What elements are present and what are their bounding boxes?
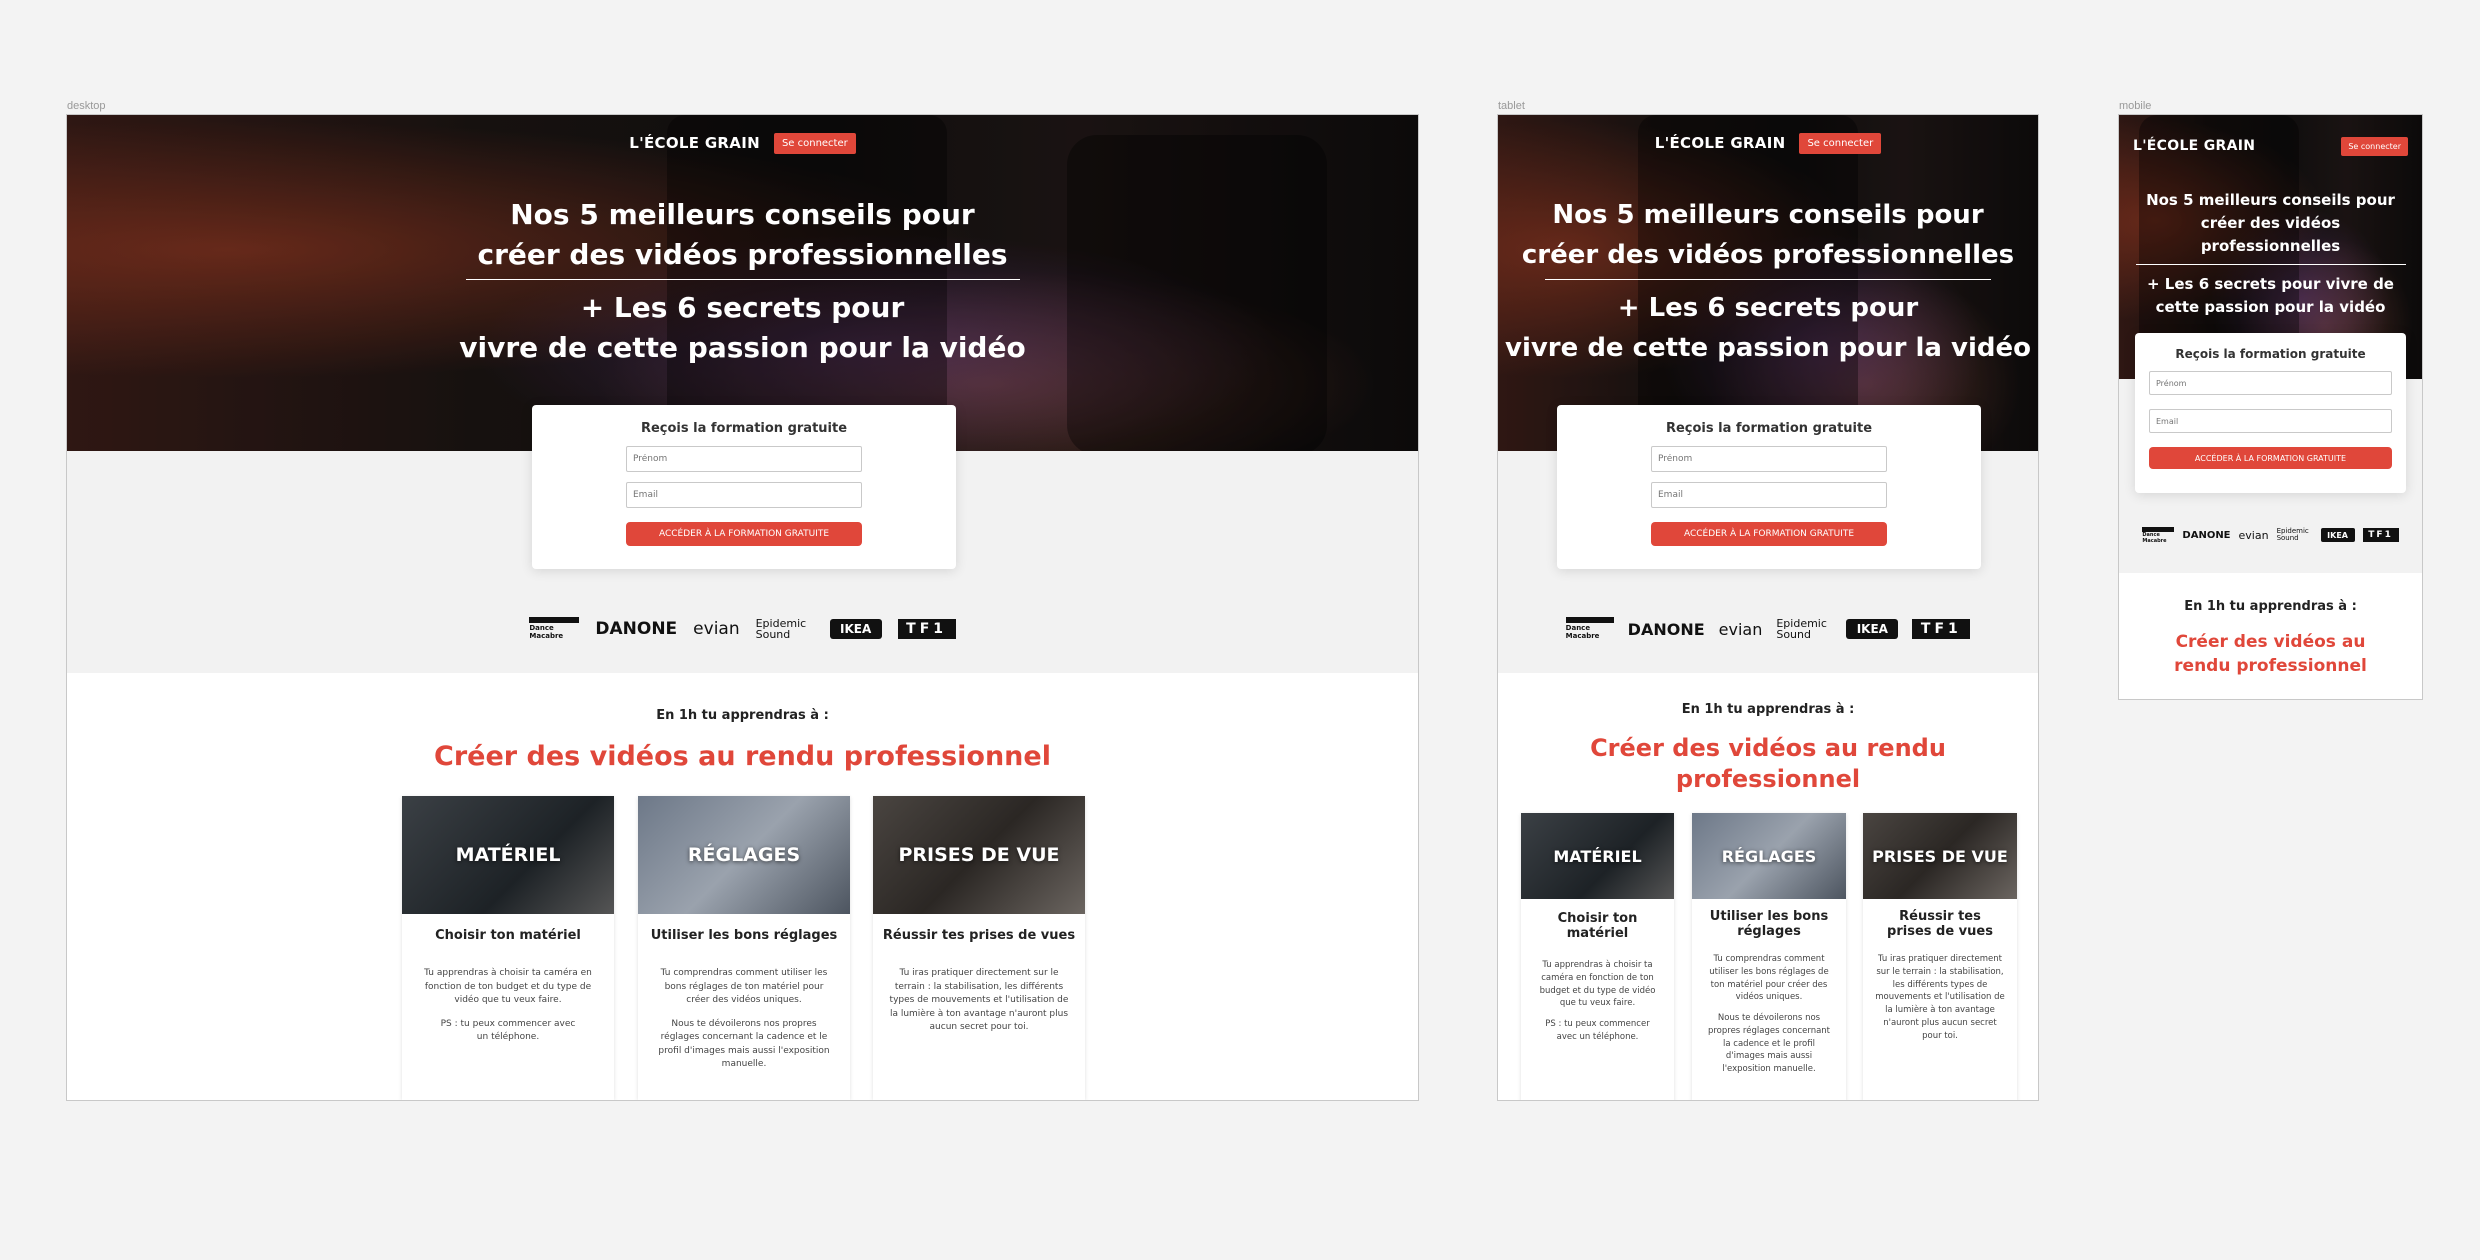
logo-dance-macabre: Dance Macabre	[529, 617, 580, 641]
hero-title-line3: + Les 6 secrets pour	[1617, 293, 1919, 323]
card-text: Tu apprendras à choisir ta caméra en fon…	[1539, 960, 1656, 1009]
login-button[interactable]: Se connecter	[1799, 132, 1882, 154]
card-text: Tu apprendras à choisir ta caméra en fon…	[424, 968, 592, 1005]
logo-danone: DANONE	[2182, 529, 2231, 541]
card-title: Utiliser les bons réglages	[650, 928, 838, 943]
frame-label-mobile: mobile	[2119, 100, 2152, 112]
card-image-materiel: MATÉRIEL	[402, 796, 614, 914]
tablet-frame: L'ÉCOLE GRAIN Se connecter Nos 5 meilleu…	[1497, 114, 2039, 1101]
logo-dance-macabre: Dance Macabre	[2142, 527, 2175, 544]
card-image-materiel: MATÉRIEL	[1521, 813, 1674, 899]
hero-divider	[465, 279, 1020, 280]
hero-title-line4: vivre de cette passion pour la vidéo	[1505, 333, 2031, 363]
card-title: Choisir ton matériel	[435, 928, 581, 943]
card-text: Nous te dévoilerons nos propres réglages…	[1707, 1013, 1831, 1074]
card-text: Tu iras pratiquer directement sur le ter…	[889, 968, 1069, 1032]
logo-danone: DANONE	[1627, 619, 1705, 639]
cta-button[interactable]: ACCÉDER À LA FORMATION GRATUITE	[2149, 447, 2392, 469]
frame-label-tablet: tablet	[1498, 100, 1525, 112]
card-image-prises-de-vue: PRISES DE VUE	[1863, 813, 2017, 899]
frame-label-desktop: desktop	[67, 100, 106, 112]
card-title: Réussir tes prises de vues	[882, 928, 1076, 943]
card-image-reglages: RÉGLAGES	[638, 796, 850, 914]
logo-epidemic-sound: Epidemic Sound	[755, 617, 807, 641]
hero-divider	[2135, 264, 2406, 265]
learn-kicker: En 1h tu apprendras à :	[2184, 599, 2357, 614]
card-reglages: RÉGLAGES Utiliser les bons réglages Tu c…	[1692, 813, 1846, 1100]
learn-kicker: En 1h tu apprendras à :	[1681, 702, 1855, 717]
card-title: Réussir tes prises de vues	[1887, 909, 1993, 939]
card-text: Tu comprendras comment utiliser les bons…	[1709, 954, 1829, 1003]
form-title: Reçois la formation gratuite	[1665, 421, 1873, 436]
card-text: PS : tu peux commencer avec un téléphone…	[1545, 1019, 1650, 1042]
logo-evian: evian	[693, 619, 740, 639]
hero-title-mobile-b: + Les 6 secrets pour vivre de cette pass…	[2147, 275, 2394, 316]
card-text: PS : tu peux commencer avec un téléphone…	[440, 1018, 576, 1043]
hero-title-line3: + Les 6 secrets pour	[580, 291, 905, 324]
card-reglages: RÉGLAGES Utiliser les bons réglages Tu c…	[638, 796, 850, 1100]
hero-divider	[1545, 279, 1991, 280]
card-prises-de-vue: PRISES DE VUE Réussir tes prises de vues…	[1863, 813, 2017, 1100]
learn-headline: Créer des vidéos au rendu professionnel	[434, 741, 1051, 772]
card-materiel: MATÉRIEL Choisir ton matériel Tu apprend…	[402, 796, 614, 1100]
brand-logo[interactable]: L'ÉCOLE GRAIN	[2133, 138, 2255, 154]
hero-title-line1: Nos 5 meilleurs conseils pour	[1552, 200, 1984, 230]
signup-form: Reçois la formation gratuite ACCÉDER À L…	[2135, 333, 2406, 493]
card-title: Utiliser les bons réglages	[1709, 909, 1829, 939]
card-prises-de-vue: PRISES DE VUE Réussir tes prises de vues…	[873, 796, 1085, 1100]
mobile-frame: L'ÉCOLE GRAIN Se connecter Nos 5 meilleu…	[2118, 114, 2423, 700]
hero-title-line1: Nos 5 meilleurs conseils pour	[510, 198, 975, 231]
brand-logo[interactable]: L'ÉCOLE GRAIN	[629, 134, 760, 152]
learn-kicker: En 1h tu apprendras à :	[656, 708, 829, 723]
logo-danone: DANONE	[595, 619, 678, 639]
email-input[interactable]	[2149, 409, 2392, 433]
hero-title-mobile-a: Nos 5 meilleurs conseils pour créer des …	[2146, 191, 2395, 255]
email-input[interactable]	[1651, 482, 1887, 508]
card-image-prises-de-vue: PRISES DE VUE	[873, 796, 1085, 914]
signup-form: Reçois la formation gratuite ACCÉDER À L…	[1557, 405, 1981, 569]
card-title: Choisir ton matériel	[1557, 911, 1638, 941]
brand-logo[interactable]: L'ÉCOLE GRAIN	[1655, 134, 1786, 152]
form-title: Reçois la formation gratuite	[640, 421, 848, 436]
learn-headline: Créer des vidéos au rendu professionnel	[2174, 632, 2367, 676]
card-text: Tu comprendras comment utiliser les bons…	[660, 968, 828, 1005]
logo-tf1: TF1	[2362, 528, 2399, 542]
hero-title-line4: vivre de cette passion pour la vidéo	[459, 331, 1026, 364]
hero-title-line2: créer des vidéos professionnelles	[1521, 240, 2015, 270]
login-button[interactable]: Se connecter	[773, 132, 856, 154]
signup-form: Reçois la formation gratuite ACCÉDER À L…	[532, 405, 956, 569]
cta-button[interactable]: ACCÉDER À LA FORMATION GRATUITE	[626, 522, 862, 546]
logo-ikea: IKEA	[829, 619, 882, 639]
firstname-input[interactable]	[2149, 371, 2392, 395]
card-materiel: MATÉRIEL Choisir ton matériel Tu apprend…	[1521, 813, 1674, 1100]
logo-evian: evian	[2238, 528, 2269, 542]
login-button[interactable]: Se connecter	[2341, 136, 2408, 156]
firstname-input[interactable]	[1651, 446, 1887, 472]
logo-evian: evian	[1718, 619, 1763, 639]
logo-tf1: TF1	[897, 619, 956, 639]
logo-dance-macabre: Dance Macabre	[1565, 617, 1614, 641]
form-title: Reçois la formation gratuite	[2175, 347, 2366, 361]
logo-tf1: TF1	[1912, 619, 1971, 639]
card-image-reglages: RÉGLAGES	[1692, 813, 1846, 899]
logo-ikea: IKEA	[1846, 619, 1899, 639]
logo-epidemic-sound: Epidemic Sound	[1776, 617, 1827, 641]
hero-title-line2: créer des vidéos professionnelles	[477, 238, 1008, 271]
learn-headline: Créer des vidéos au rendu professionnel	[1590, 734, 1946, 793]
firstname-input[interactable]	[626, 446, 862, 472]
cta-button[interactable]: ACCÉDER À LA FORMATION GRATUITE	[1651, 522, 1887, 546]
card-text: Tu iras pratiquer directement sur le ter…	[1875, 954, 2005, 1041]
logo-epidemic-sound: Epidemic Sound	[2276, 527, 2309, 542]
card-text: Nous te dévoilerons nos propres réglages…	[658, 1018, 830, 1070]
desktop-frame: L'ÉCOLE GRAIN Se connecter Nos 5 meilleu…	[66, 114, 1419, 1101]
logo-ikea: IKEA	[2320, 528, 2355, 542]
email-input[interactable]	[626, 482, 862, 508]
